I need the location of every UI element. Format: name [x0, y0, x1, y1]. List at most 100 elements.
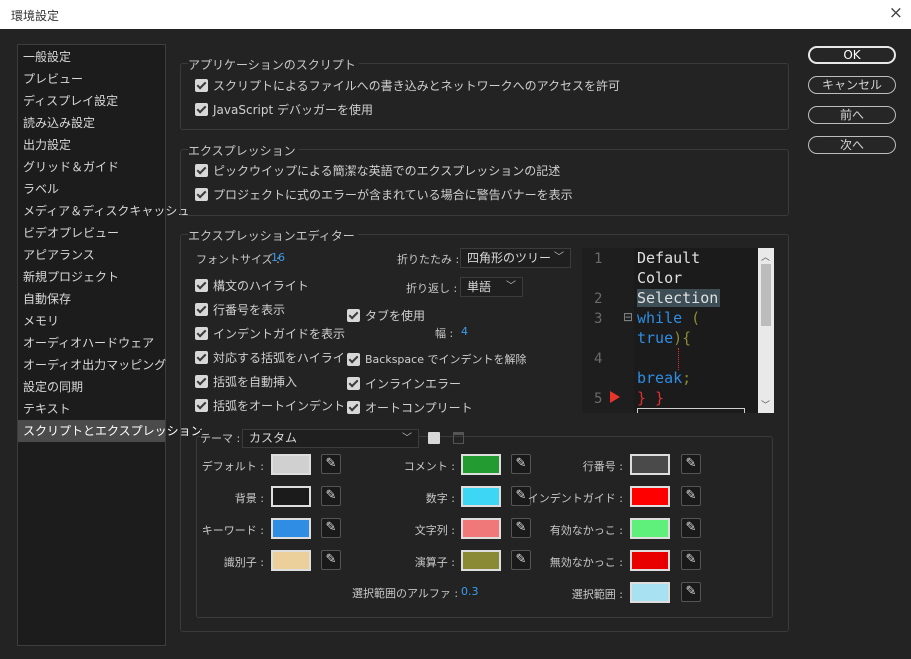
eyedropper-icon[interactable]: ✎	[511, 518, 531, 538]
sidebar-item[interactable]: 一般設定	[18, 46, 165, 68]
line-number-gutter	[582, 248, 634, 413]
color-swatch[interactable]	[630, 550, 670, 571]
eyedropper-icon[interactable]: ✎	[681, 486, 701, 506]
color-swatch[interactable]	[630, 454, 670, 475]
line-numbers-checkbox[interactable]: 行番号を表示	[195, 301, 285, 318]
save-icon[interactable]	[428, 432, 440, 444]
code-color: Color	[637, 269, 683, 287]
eyedropper-icon[interactable]: ✎	[321, 550, 341, 570]
sidebar-item[interactable]: テキスト	[18, 398, 165, 420]
sidebar-item[interactable]: 出力設定	[18, 134, 165, 156]
scroll-up-icon[interactable]: ︿	[761, 250, 770, 263]
syntax-highlight-checkbox[interactable]: 構文のハイライト	[195, 277, 309, 294]
sidebar-item[interactable]: オーディオ出力マッピング	[18, 354, 166, 376]
sidebar-item[interactable]: オーディオハードウェア	[18, 332, 165, 354]
close-icon[interactable]: ×	[889, 3, 903, 23]
inline-errors-checkbox[interactable]: インラインエラー	[347, 375, 461, 392]
eyedropper-icon[interactable]: ✎	[681, 454, 701, 474]
checkbox-check-icon	[195, 103, 208, 116]
sidebar-item[interactable]: メディア＆ディスクキャッシュ	[18, 200, 189, 222]
sidebar-item[interactable]: スクリプトとエクスプレッション	[18, 420, 203, 442]
prev-button[interactable]: 前へ	[808, 106, 896, 124]
color-swatch[interactable]	[461, 454, 501, 475]
eyedropper-icon[interactable]: ✎	[681, 550, 701, 570]
tab-width-value[interactable]: 4	[461, 325, 468, 338]
color-swatch[interactable]	[271, 518, 311, 539]
auto-indent-brackets-checkbox[interactable]: 括弧をオートインデント	[195, 397, 345, 414]
eyedropper-icon[interactable]: ✎	[321, 486, 341, 506]
ok-button[interactable]: OK	[808, 46, 896, 64]
line-number: 2	[594, 291, 603, 307]
code-keyword: break	[637, 369, 683, 387]
highlight-brackets-checkbox[interactable]: 対応する括弧をハイライト	[195, 349, 357, 366]
auto-insert-brackets-checkbox[interactable]: 括弧を自動挿入	[195, 373, 297, 390]
eyedropper-icon[interactable]: ✎	[511, 454, 531, 474]
sidebar-item[interactable]: グリッド＆ガイド	[18, 156, 165, 178]
code-preview-scrollbar[interactable]: ︿ ﹀	[758, 248, 774, 413]
color-swatch[interactable]	[271, 550, 311, 571]
font-size-value[interactable]: 16	[271, 251, 285, 264]
code-preview: 1 2 3 4 5 ⊟ Default Color Selection whil…	[582, 248, 774, 413]
theme-color-label: 背景 :	[234, 492, 264, 505]
sidebar-item[interactable]: ディスプレイ設定	[18, 90, 165, 112]
sidebar-item[interactable]: 自動保存	[18, 288, 165, 310]
indent-guides-checkbox[interactable]: インデントガイドを表示	[195, 325, 345, 342]
inline-errors-label: インラインエラー	[365, 377, 462, 391]
app-scripts-title: アプリケーションのスクリプト	[188, 56, 359, 73]
eyedropper-icon[interactable]: ✎	[321, 454, 341, 474]
color-swatch[interactable]	[271, 486, 311, 507]
category-sidebar: 一般設定 プレビュー ディスプレイ設定 読み込み設定 出力設定 グリッド＆ガイド ラベル メデ…	[17, 44, 203, 646]
sidebar-item[interactable]: ビデオプレビュー	[18, 222, 165, 244]
scroll-thumb[interactable]	[761, 264, 771, 326]
code-break-line: break;	[637, 369, 691, 387]
theme-color-label: インデントガイド :	[527, 492, 623, 505]
warning-banner-checkbox[interactable]: プロジェクトに式のエラーが含まれている場合に警告バナーを表示	[195, 186, 573, 203]
theme-color-label: 文字列 :	[414, 524, 455, 537]
scroll-down-icon[interactable]: ﹀	[761, 398, 770, 411]
sidebar-item[interactable]: ラベル	[18, 178, 165, 200]
checkbox-check-icon	[195, 164, 208, 177]
theme-color-label: コメント :	[403, 460, 455, 473]
wrap-dropdown[interactable]: 単語 ﹀	[460, 277, 523, 297]
use-tabs-checkbox[interactable]: タブを使用	[347, 307, 425, 324]
pickwhip-english-checkbox[interactable]: ピックウイップによる簡潔な英語でのエクスプレッションの記述	[195, 162, 560, 179]
sidebar-item[interactable]: プレビュー	[18, 68, 165, 90]
indent-guides-label: インデントガイドを表示	[213, 327, 346, 341]
use-tabs-label: タブを使用	[365, 309, 426, 323]
auto-indent-brackets-label: 括弧をオートインデント	[213, 399, 346, 413]
syntax-highlight-label: 構文のハイライト	[213, 279, 309, 293]
code-operator: (	[682, 309, 701, 327]
eyedropper-icon[interactable]: ✎	[321, 518, 341, 538]
sidebar-item[interactable]: アピアランス	[18, 244, 165, 266]
checkbox-check-icon	[195, 327, 208, 340]
eyedropper-icon[interactable]: ✎	[511, 550, 531, 570]
checkbox-check-icon	[347, 309, 360, 322]
allow-network-checkbox[interactable]: スクリプトによるファイルへの書き込みとネットワークへのアクセスを許可	[195, 77, 620, 94]
sidebar-item[interactable]: 新規プロジェクト	[18, 266, 165, 288]
line-number: 1	[594, 251, 603, 267]
fold-value: 四角形のツリー	[467, 251, 552, 265]
sidebar-item[interactable]: 読み込み設定	[18, 112, 165, 134]
sidebar-item[interactable]: メモリ	[18, 310, 165, 332]
autocomplete-checkbox[interactable]: オートコンプリート	[347, 399, 473, 416]
backspace-unindent-checkbox[interactable]: Backspace でインデントを解除	[347, 351, 526, 367]
checkbox-check-icon	[195, 303, 208, 316]
color-swatch[interactable]	[630, 486, 670, 507]
fold-marker-icon[interactable]: ⊟	[623, 310, 633, 324]
cancel-button[interactable]: キャンセル	[808, 76, 896, 94]
color-swatch[interactable]	[271, 454, 311, 475]
color-swatch[interactable]	[630, 582, 670, 603]
color-swatch[interactable]	[630, 518, 670, 539]
color-swatch[interactable]	[461, 550, 501, 571]
eyedropper-icon[interactable]: ✎	[681, 582, 701, 602]
js-debugger-checkbox[interactable]: JavaScript デバッガーを使用	[195, 101, 373, 118]
selection-alpha-value[interactable]: 0.3	[461, 585, 479, 598]
theme-dropdown[interactable]: カスタム ﹀	[242, 429, 419, 448]
fold-dropdown[interactable]: 四角形のツリー ﹀	[460, 248, 571, 268]
color-swatch[interactable]	[461, 518, 501, 539]
checkbox-check-icon	[195, 79, 208, 92]
eyedropper-icon[interactable]: ✎	[681, 518, 701, 538]
sidebar-item[interactable]: 設定の同期	[18, 376, 165, 398]
next-button[interactable]: 次へ	[808, 136, 896, 154]
color-swatch[interactable]	[461, 486, 501, 507]
